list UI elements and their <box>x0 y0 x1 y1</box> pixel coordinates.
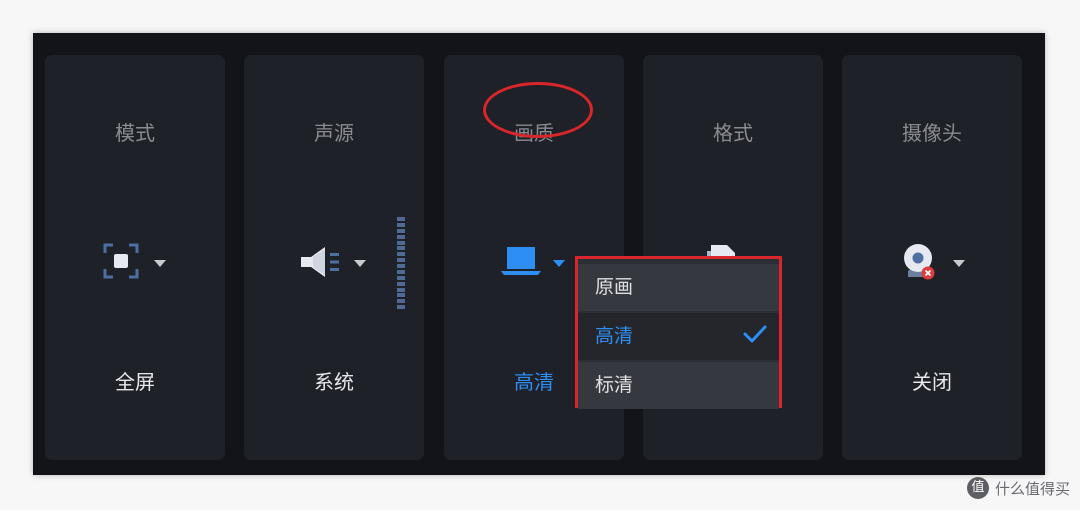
camera-value: 关闭 <box>912 370 952 394</box>
chevron-down-icon[interactable] <box>354 260 366 267</box>
volume-segment <box>397 264 405 268</box>
quality-option-label: 原画 <box>595 276 634 298</box>
audio-source-title: 声源 <box>314 121 354 145</box>
volume-segment <box>397 240 405 245</box>
volume-segment <box>397 228 405 233</box>
quality-option-original[interactable]: 原画 <box>578 264 779 311</box>
volume-segment <box>397 222 405 227</box>
volume-segment <box>397 217 405 221</box>
quality-option-hd[interactable]: 高清 <box>578 313 779 360</box>
volume-segment <box>397 299 405 304</box>
audio-source-card[interactable]: 声源 系统 <box>244 55 424 460</box>
audio-source-value: 系统 <box>314 370 354 394</box>
quality-option-label: 高清 <box>595 325 634 347</box>
volume-segment <box>397 269 405 274</box>
quality-dropdown[interactable]: 原画 高清 标清 <box>575 256 782 409</box>
volume-segment <box>397 293 405 298</box>
watermark-text: 什么值得买 <box>994 479 1070 498</box>
quality-option-sd[interactable]: 标清 <box>578 362 779 409</box>
volume-segment <box>397 252 405 257</box>
camera-title: 摄像头 <box>902 121 962 145</box>
checkmark-icon <box>743 325 767 343</box>
volume-segment <box>397 234 405 239</box>
speaker-icon <box>301 247 339 277</box>
chevron-down-icon[interactable] <box>953 260 965 267</box>
mode-title: 模式 <box>115 121 155 145</box>
volume-segment <box>397 281 405 286</box>
chevron-down-icon[interactable] <box>553 260 565 267</box>
chevron-down-icon[interactable] <box>154 260 166 267</box>
mode-selector[interactable] <box>45 243 225 283</box>
fullscreen-icon <box>103 243 139 279</box>
camera-selector[interactable] <box>842 243 1022 283</box>
mode-value: 全屏 <box>115 370 155 394</box>
mode-card[interactable]: 模式 全屏 <box>45 55 225 460</box>
watermark-logo: 值 <box>966 477 989 499</box>
volume-segment <box>397 275 405 280</box>
volume-segment <box>397 258 405 263</box>
volume-segment <box>397 246 405 251</box>
quality-option-label: 标清 <box>595 374 634 396</box>
laptop-icon <box>501 247 541 275</box>
camera-card[interactable]: 摄像头 关闭 <box>842 55 1022 460</box>
volume-segment <box>397 305 405 310</box>
volume-slider[interactable] <box>397 217 405 311</box>
highlight-ellipse <box>483 82 593 138</box>
watermark: 值 什么值得买 <box>966 476 1070 500</box>
camera-off-icon <box>904 244 935 280</box>
format-title: 格式 <box>713 121 753 145</box>
volume-segment <box>397 287 405 292</box>
